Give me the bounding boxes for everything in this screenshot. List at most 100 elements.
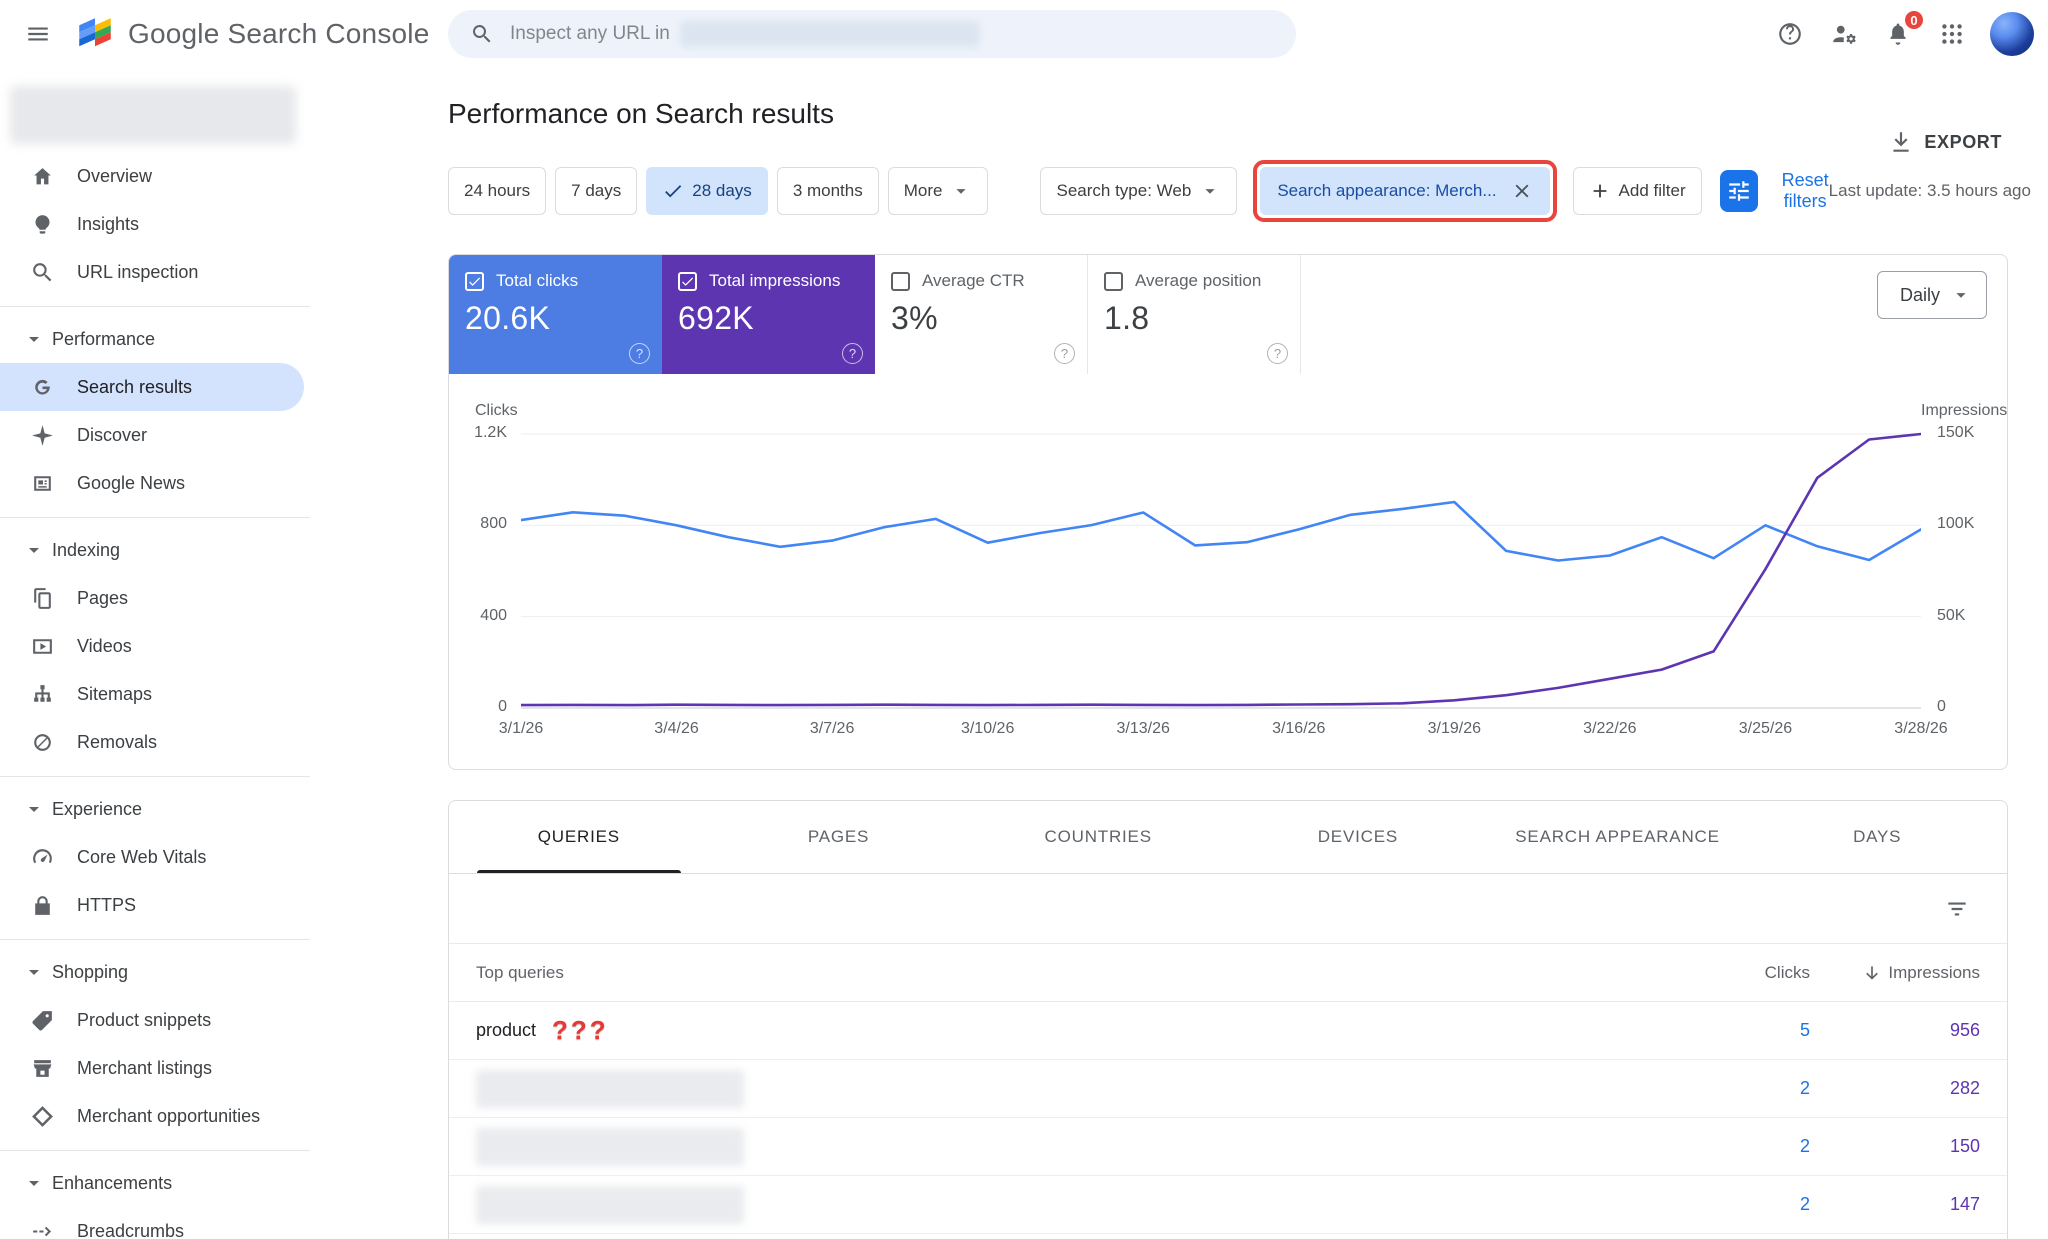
tab-devices[interactable]: DEVICES bbox=[1228, 801, 1488, 873]
download-icon bbox=[1888, 129, 1914, 155]
tab-days[interactable]: DAYS bbox=[1747, 801, 2007, 873]
checked-checkbox[interactable] bbox=[465, 272, 484, 291]
date-range-chip-7-days[interactable]: 7 days bbox=[555, 167, 637, 215]
table-row[interactable]: product???5956 bbox=[449, 1002, 2007, 1060]
sidebar: OverviewInsightsURL inspection Performanc… bbox=[0, 68, 310, 1239]
date-range-chip-28-days[interactable]: 28 days bbox=[646, 167, 768, 215]
sidebar-item-google-news[interactable]: Google News bbox=[0, 459, 304, 507]
sidebar-section-header-performance[interactable]: Performance bbox=[0, 315, 310, 363]
sidebar-section-header-shopping[interactable]: Shopping bbox=[0, 948, 310, 996]
sidebar-item-label: Pages bbox=[77, 588, 128, 609]
manage-users-button[interactable] bbox=[1820, 10, 1868, 58]
help-icon[interactable]: ? bbox=[629, 343, 650, 364]
impressions-value[interactable]: 282 bbox=[1810, 1078, 2007, 1099]
table-filter-button[interactable] bbox=[1933, 885, 1981, 933]
main-menu-button[interactable] bbox=[14, 10, 62, 58]
help-icon[interactable]: ? bbox=[842, 343, 863, 364]
sidebar-item-overview[interactable]: Overview bbox=[0, 152, 304, 200]
lock-icon bbox=[30, 893, 55, 918]
date-range-chip-24-hours[interactable]: 24 hours bbox=[448, 167, 546, 215]
tab-countries[interactable]: COUNTRIES bbox=[968, 801, 1228, 873]
sidebar-item-breadcrumbs[interactable]: Breadcrumbs bbox=[0, 1207, 304, 1239]
sidebar-item-product-snippets[interactable]: Product snippets bbox=[0, 996, 304, 1044]
unchecked-checkbox[interactable] bbox=[891, 272, 910, 291]
date-range-more-dropdown[interactable]: More bbox=[888, 167, 989, 215]
sidebar-item-sitemaps[interactable]: Sitemaps bbox=[0, 670, 304, 718]
close-icon[interactable] bbox=[1511, 180, 1533, 202]
query-text: product bbox=[476, 1020, 536, 1041]
sidebar-section-enhancements: EnhancementsBreadcrumbs bbox=[0, 1150, 310, 1239]
table-header: Top queries Clicks Impressions bbox=[449, 944, 2007, 1002]
clicks-value[interactable]: 2 bbox=[1660, 1136, 1810, 1157]
clicks-value[interactable]: 5 bbox=[1660, 1020, 1810, 1041]
help-icon[interactable]: ? bbox=[1054, 343, 1075, 364]
sidebar-item-https[interactable]: HTTPS bbox=[0, 881, 304, 929]
sidebar-section-header-indexing[interactable]: Indexing bbox=[0, 526, 310, 574]
chip-label: 28 days bbox=[692, 181, 752, 201]
granularity-dropdown[interactable]: Daily bbox=[1877, 271, 1987, 319]
column-header-impressions[interactable]: Impressions bbox=[1810, 963, 2007, 983]
impressions-value[interactable]: 147 bbox=[1810, 1194, 2007, 1215]
timeseries-chart[interactable]: ClicksImpressions04008001.2K050K100K150K… bbox=[449, 374, 2007, 769]
sidebar-section-performance: PerformanceSearch resultsDiscoverGoogle … bbox=[0, 306, 310, 507]
search-appearance-filter-chip[interactable]: Search appearance: Merch... bbox=[1260, 167, 1549, 215]
clicks-value[interactable]: 2 bbox=[1660, 1194, 1810, 1215]
sidebar-item-videos[interactable]: Videos bbox=[0, 622, 304, 670]
insights-icon bbox=[30, 212, 55, 237]
metric-card-average-position[interactable]: Average position1.8? bbox=[1088, 255, 1301, 374]
sidebar-item-url-inspection[interactable]: URL inspection bbox=[0, 248, 304, 296]
date-range-chip-3-months[interactable]: 3 months bbox=[777, 167, 879, 215]
table-row[interactable]: 2150 bbox=[449, 1118, 2007, 1176]
table-row[interactable]: 2147 bbox=[449, 1176, 2007, 1234]
sidebar-item-pages[interactable]: Pages bbox=[0, 574, 304, 622]
redacted-query bbox=[476, 1128, 744, 1166]
clicks-value[interactable]: 2 bbox=[1660, 1078, 1810, 1099]
chart-plot[interactable] bbox=[521, 422, 1921, 712]
google-apps-button[interactable] bbox=[1928, 10, 1976, 58]
x-axis-tick-label: 3/1/26 bbox=[473, 720, 569, 738]
column-header-clicks[interactable]: Clicks bbox=[1660, 963, 1810, 983]
filter-settings-button[interactable] bbox=[1720, 170, 1758, 212]
tab-pages[interactable]: PAGES bbox=[709, 801, 969, 873]
reset-filters-link[interactable]: Reset filters bbox=[1782, 170, 1829, 212]
tab-search-appearance[interactable]: SEARCH APPEARANCE bbox=[1488, 801, 1748, 873]
app-logo[interactable]: Google Search Console bbox=[74, 13, 430, 55]
filter-bar: 24 hours7 days 28 days 3 months More Searc… bbox=[448, 160, 2008, 222]
sidebar-section-header-enhancements[interactable]: Enhancements bbox=[0, 1159, 310, 1207]
sidebar-item-removals[interactable]: Removals bbox=[0, 718, 304, 766]
sidebar-section-header-experience[interactable]: Experience bbox=[0, 785, 310, 833]
metric-card-total-clicks[interactable]: Total clicks20.6K? bbox=[449, 255, 662, 374]
impressions-value[interactable]: 150 bbox=[1810, 1136, 2007, 1157]
page-title: Performance on Search results bbox=[448, 98, 2008, 130]
sidebar-item-insights[interactable]: Insights bbox=[0, 200, 304, 248]
add-filter-button[interactable]: Add filter bbox=[1573, 167, 1702, 215]
checked-checkbox[interactable] bbox=[678, 272, 697, 291]
tab-queries[interactable]: QUERIES bbox=[449, 801, 709, 873]
metric-label: Total clicks bbox=[496, 271, 578, 291]
unchecked-checkbox[interactable] bbox=[1104, 272, 1123, 291]
news-icon bbox=[30, 471, 55, 496]
account-avatar[interactable] bbox=[1990, 12, 2034, 56]
search-type-filter[interactable]: Search type: Web bbox=[1040, 167, 1237, 215]
impressions-value[interactable]: 956 bbox=[1810, 1020, 2007, 1041]
help-button[interactable] bbox=[1766, 10, 1814, 58]
help-icon[interactable]: ? bbox=[1267, 343, 1288, 364]
url-inspect-search-input[interactable]: Inspect any URL in bbox=[448, 10, 1296, 58]
metric-label: Total impressions bbox=[709, 271, 840, 291]
metric-card-average-ctr[interactable]: Average CTR3%? bbox=[875, 255, 1088, 374]
y-axis-tick-label: 100K bbox=[1937, 515, 1974, 533]
sidebar-item-label: Merchant opportunities bbox=[77, 1106, 260, 1127]
property-selector-redacted[interactable] bbox=[10, 86, 296, 144]
sidebar-item-merchant-opportunities[interactable]: Merchant opportunities bbox=[0, 1092, 304, 1140]
sidebar-item-label: HTTPS bbox=[77, 895, 136, 916]
table-row[interactable]: 2282 bbox=[449, 1060, 2007, 1118]
sidebar-item-core-web-vitals[interactable]: Core Web Vitals bbox=[0, 833, 304, 881]
sidebar-item-discover[interactable]: Discover bbox=[0, 411, 304, 459]
sidebar-item-merchant-listings[interactable]: Merchant listings bbox=[0, 1044, 304, 1092]
column-header-queries[interactable]: Top queries bbox=[449, 963, 1660, 983]
table-filter-row bbox=[449, 874, 2007, 944]
export-button[interactable]: EXPORT bbox=[1882, 128, 2008, 156]
redacted-query bbox=[476, 1186, 744, 1224]
metric-card-total-impressions[interactable]: Total impressions692K? bbox=[662, 255, 875, 374]
sidebar-item-search-results[interactable]: Search results bbox=[0, 363, 304, 411]
